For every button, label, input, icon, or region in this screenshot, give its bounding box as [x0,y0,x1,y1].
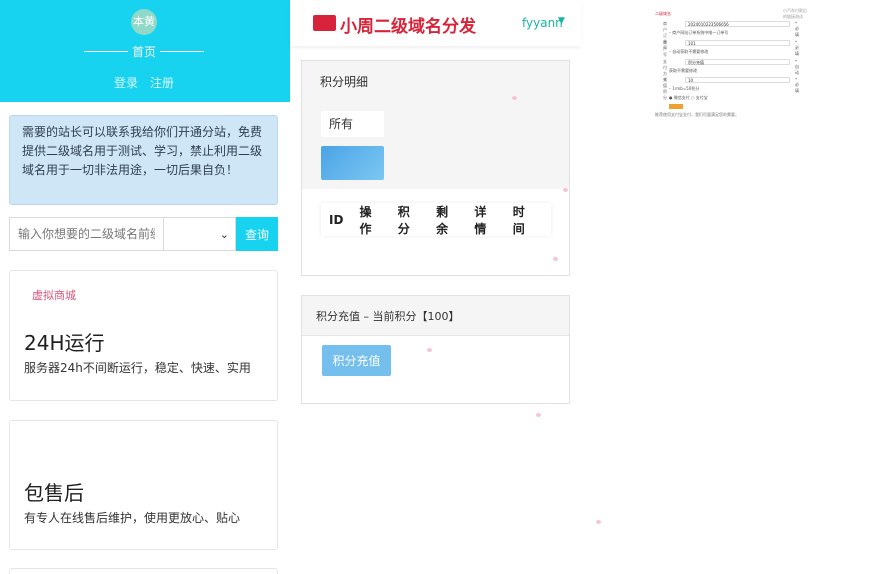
filter-button[interactable] [321,146,384,180]
site-header: 本黄 首页 登录 注册 [0,0,290,102]
panel-title: 积分充值 – 当前积分【100】 [316,310,460,323]
required-note: *必填 [795,77,799,93]
required-note: *自动 [795,59,799,75]
panel-title: 积分明细 [320,75,369,89]
points-detail-panel: 积分明细 所有 ID 操作 积分 剩余 详情 时间 [301,60,570,276]
petal-decoration [512,96,517,100]
order-number-field[interactable]: 2024010223506656 [685,21,790,27]
domain-search-bar: ⌄ 查询 [9,217,278,251]
recharge-button[interactable]: 积分充值 [322,345,391,376]
domain-prefix-input[interactable] [9,217,163,251]
brand-logo-icon [313,15,336,31]
petal-decoration [536,413,541,417]
feature-title: 包售后 [24,481,84,505]
payment-method-radio[interactable]: ● 微信支付 ○ 支付宝 [669,95,708,101]
column-header-remaining: 剩余 [436,204,449,236]
payment-type-field[interactable]: 积分充值 [685,59,790,65]
panel-header: 积分充值 – 当前积分【100】 [302,296,569,336]
feature-card: 虚拟商城 24H运行 服务器24h不间断运行，稳定、快速、实用 [9,270,278,401]
field-hint: – 1rmb=50积分 [669,86,700,91]
filter-select[interactable]: 所有 [321,111,384,137]
avatar: 本黄 [131,9,157,35]
merchant-id-field[interactable]: 101 [685,40,790,46]
divider [84,51,128,52]
user-menu[interactable]: fyyann [522,16,563,30]
recharge-panel: 积分充值 – 当前积分【100】 积分充值 [301,295,570,404]
petal-decoration [553,257,558,261]
column-header-id: ID [329,212,344,227]
column-header-points: 积分 [397,204,410,236]
feature-card [9,568,278,574]
petal-decoration [563,188,568,192]
chevron-down-icon: ⌄ [219,228,229,241]
column-header-details: 详情 [474,204,487,236]
divider [160,51,204,52]
notice-alert: 需要的站长可以联系我给你们开通分站，免费提供二级域名用于测试、学习，禁止利用二级… [9,115,278,205]
caret-down-icon[interactable]: ▼ [558,16,565,26]
card-logo: 虚拟商城 [32,289,76,302]
column-header-time: 时间 [512,204,525,236]
feature-desc: 有专人在线售后维护，使用更放心、贴心 [24,511,241,525]
petal-decoration [596,520,601,524]
brand-title[interactable]: 小周二级域名分发 [340,12,476,37]
panel-header: 积分明细 所有 [302,61,569,189]
points-table-header: ID 操作 积分 剩余 详情 时间 [321,203,551,236]
page-title[interactable]: 首页 [128,43,160,60]
points-amount-field[interactable]: 10 [685,77,790,83]
field-label: 充值积分 [663,77,667,100]
domain-suffix-select[interactable]: ⌄ [163,217,236,251]
submit-button[interactable] [669,104,683,109]
petal-decoration [427,348,432,352]
login-link[interactable]: 登录 [114,74,138,91]
thumb-logo: 二级域名 [655,11,671,16]
feature-desc: 服务器24h不间断运行，稳定、快速、实用 [24,361,251,375]
feature-card: 包售后 有专人在线售后维护，使用更放心、贴心 [9,420,278,550]
query-button[interactable]: 查询 [236,217,278,251]
required-note: *必填 [795,40,799,56]
recharge-form-thumbnail: 二级域名 小汽车付款后的链接测试 商户订单号 2024010223506656 … [655,8,807,122]
required-note: *必填 [795,21,799,37]
field-label: 商户号 [663,40,667,57]
field-hint: – 商户网站订单系统中唯一订单号 [669,30,729,35]
feature-title: 24H运行 [24,331,105,355]
thumb-footer: 推荐使用支付宝支付，我们尽量满足您的需要。 [655,112,739,117]
thumb-title: 小汽车付款后的链接测试 [783,8,807,19]
field-hint: 获取不需要修改 [669,68,697,73]
column-header-action: 操作 [359,204,372,236]
field-hint: – 自动获取不需要修改 [669,49,709,54]
user-header: 小周二级域名分发 fyyann ▼ [290,0,581,46]
register-link[interactable]: 注册 [150,74,174,91]
